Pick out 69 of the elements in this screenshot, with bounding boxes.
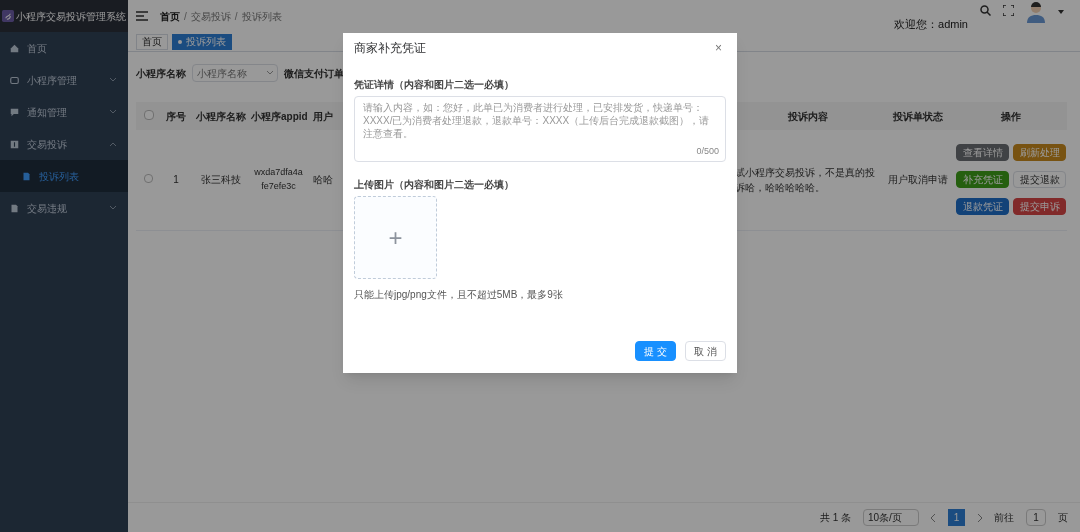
caret-icon[interactable] [1058, 10, 1064, 14]
submit-button[interactable]: 提 交 [635, 341, 676, 361]
close-button[interactable]: × [715, 39, 722, 57]
chevron-right-icon [977, 513, 982, 522]
table-cell-text: wxda7dfa4afe7efe3c [253, 166, 304, 193]
page-button[interactable]: 1 [948, 509, 965, 526]
column-header: 操作 [1001, 110, 1021, 122]
table-cell: 张三科技 [201, 174, 241, 186]
action-button[interactable]: 补充凭证 [956, 171, 1009, 189]
cancel-button[interactable]: 取 消 [685, 341, 726, 361]
action-button[interactable]: 提交退款 [1013, 171, 1066, 189]
goto-label: 前往 [994, 511, 1014, 525]
tag-tab[interactable]: 投诉列表 [172, 33, 232, 50]
menu-icon[interactable] [136, 11, 148, 21]
name-select[interactable]: 小程序名称 [192, 64, 278, 82]
document-icon [22, 171, 31, 181]
action-button[interactable]: 退款凭证 [956, 198, 1009, 216]
document-icon [10, 203, 19, 213]
info-icon [10, 139, 19, 149]
fullscreen-icon[interactable] [1003, 4, 1014, 16]
action-button[interactable]: 刷新处理 [1013, 144, 1066, 162]
caret-icon [267, 71, 273, 75]
welcome-text: 欢迎您：admin [894, 16, 968, 32]
table-cell: 哈哈 [313, 174, 333, 186]
action-button[interactable]: 提交申诉 [1013, 198, 1066, 216]
sidebar-item[interactable]: 交易投诉 [0, 128, 128, 160]
chat-bubble-icon [10, 75, 19, 85]
column-header: 投诉单状态 [892, 110, 943, 122]
field-label: 凭证详情（内容和图片二选一必填） [354, 78, 515, 92]
field-label: 上传图片（内容和图片二选一必填） [354, 178, 515, 192]
filter-label: 小程序名称 [136, 66, 186, 81]
column-header: 序号 [166, 110, 186, 122]
sidebar-item[interactable]: 交易违规 [0, 192, 128, 224]
breadcrumb-item[interactable]: 首页 [160, 8, 180, 24]
chevron-left-icon [931, 513, 936, 522]
column-header: 小程序名称 [196, 110, 246, 122]
breadcrumb-separator: / [234, 9, 238, 24]
action-button[interactable]: 查看详情 [956, 144, 1009, 162]
table-cell: 1 [173, 174, 179, 186]
message-icon [10, 107, 19, 117]
page-unit: 页 [1058, 511, 1068, 525]
tag-tab[interactable]: 首页 [136, 33, 168, 50]
home-icon [10, 43, 19, 53]
sidebar-item[interactable]: 小程序管理 [0, 64, 128, 96]
app-title: 小程序交易投诉管理系统 [16, 9, 126, 24]
column-header: 用户 [313, 110, 333, 122]
breadcrumb-item: 投诉列表 [241, 9, 282, 24]
upload-hint: 只能上传jpg/png文件，且不超过5MB，最多9张 [354, 288, 564, 302]
avatar-icon[interactable] [1026, 1, 1046, 23]
column-header: 投诉内容 [787, 110, 828, 122]
total-count: 共 1 条 [819, 511, 851, 525]
upload-area[interactable]: + [354, 196, 437, 279]
table-cell: 用户取消申请 [887, 174, 948, 186]
char-counter: 0/500 [696, 144, 719, 158]
breadcrumb-separator: / [184, 9, 187, 24]
detail-textarea[interactable]: 请输入内容，如：您好，此单已为消费者进行处理，已安排发货，快递单号：XXXX/已为消费者处理退款，退款单号：XXXX（上传后台完成退款截图），请注意查看。 0/500 [354, 96, 726, 162]
column-header: 小程序appid [251, 110, 308, 122]
dialog-title: 商家补充凭证 [354, 40, 426, 57]
checkbox[interactable] [143, 109, 154, 120]
sidebar-item[interactable]: 通知管理 [0, 96, 128, 128]
checkbox[interactable] [144, 174, 153, 184]
breadcrumb-item[interactable]: 交易投诉 [190, 8, 231, 24]
sidebar-item[interactable]: 投诉列表 [0, 160, 128, 192]
search-icon[interactable] [980, 4, 991, 16]
filter-label: 微信支付订单 [284, 66, 344, 81]
page-size-select[interactable]: 10条/页 [863, 509, 919, 526]
page-input[interactable]: 1 [1026, 509, 1046, 526]
logo-icon [2, 9, 14, 23]
sidebar-item[interactable]: 首页 [0, 32, 128, 64]
